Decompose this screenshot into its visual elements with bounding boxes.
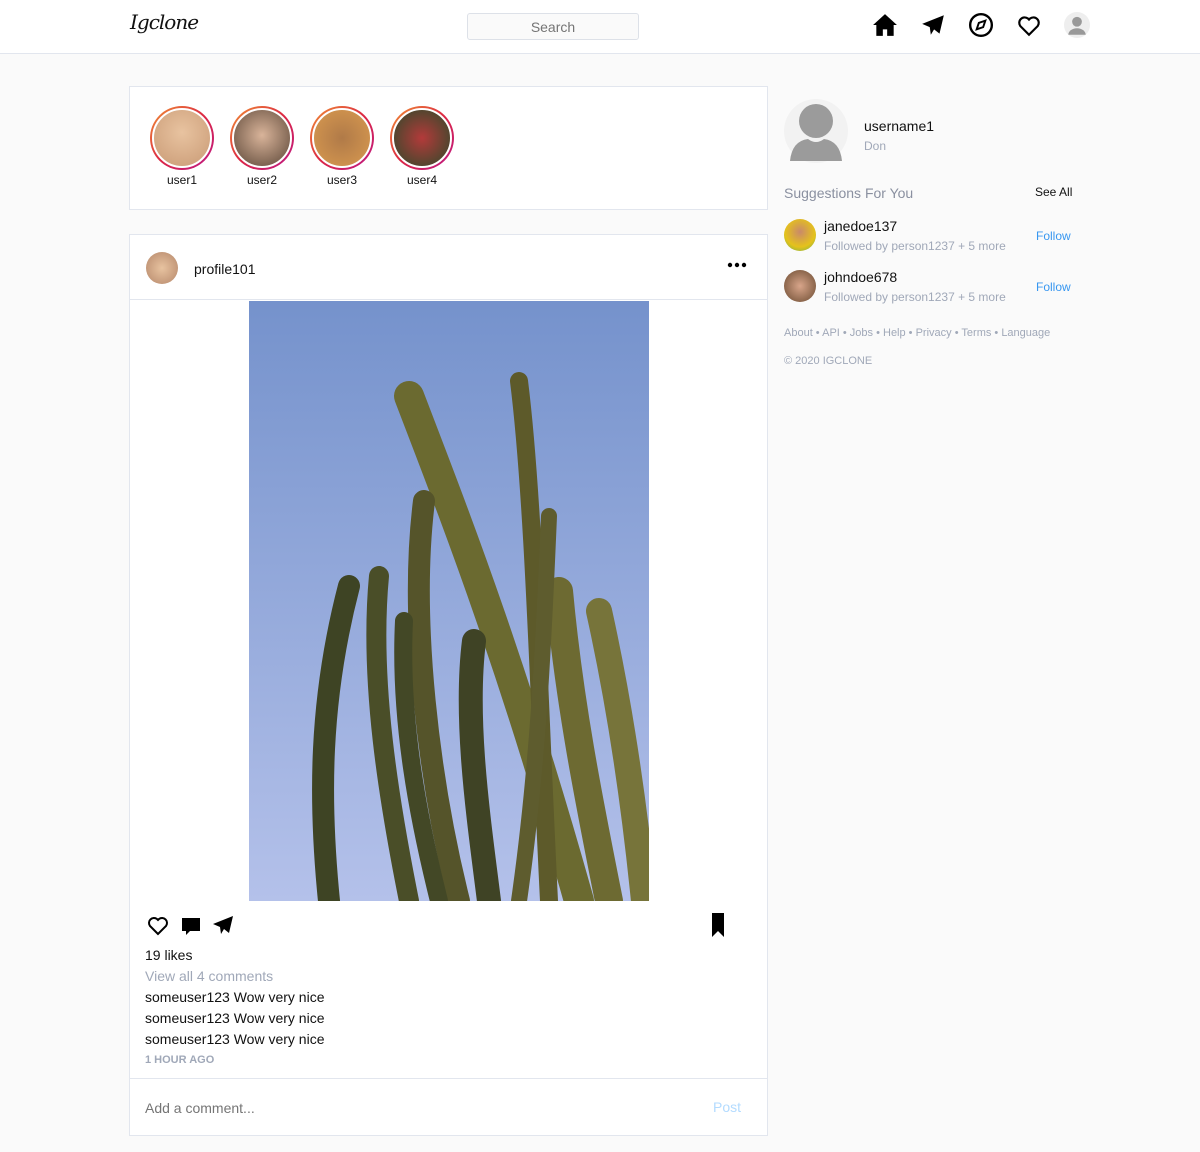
story-item[interactable]: user3 [310,106,374,187]
post-comment-button[interactable]: Post [713,1099,741,1115]
comment: someuser123 Wow very nice [145,1031,325,1047]
suggestion-subtext: Followed by person1237 + 5 more [824,239,1006,253]
footer-links[interactable]: About • API • Jobs • Help • Privacy • Te… [784,327,1050,339]
profile-icon[interactable] [1064,12,1090,38]
comment-input[interactable] [145,1095,685,1121]
suggestion-username[interactable]: janedoe137 [824,218,897,234]
likes-count: 19 likes [145,947,193,963]
story-item[interactable]: user2 [230,106,294,187]
sidebar-username[interactable]: username1 [864,118,934,134]
more-options-icon[interactable] [727,259,747,271]
suggestion-username[interactable]: johndoe678 [824,269,897,285]
search-input[interactable] [467,13,639,40]
explore-icon[interactable] [968,12,994,38]
sidebar-name: Don [864,139,887,153]
like-icon[interactable] [146,913,170,937]
stories-bar: user1 user2 user3 user4 [129,86,768,210]
divider [130,1078,767,1079]
follow-button[interactable]: Follow [1036,229,1071,243]
copyright: © 2020 IGCLONE [784,355,873,367]
story-item[interactable]: user1 [150,106,214,187]
home-icon[interactable] [872,12,898,38]
bookmark-icon[interactable] [710,912,726,938]
avatar[interactable] [784,219,816,251]
follow-button[interactable]: Follow [1036,280,1071,294]
heart-icon[interactable] [1016,12,1042,38]
avatar[interactable] [784,270,816,302]
see-all-link[interactable]: See All [1035,185,1072,199]
post-timestamp: 1 HOUR AGO [145,1054,215,1066]
post-image [249,301,649,901]
post-header: profile101 [130,235,767,300]
avatar[interactable] [146,252,178,284]
comment: someuser123 Wow very nice [145,1010,325,1026]
post-username[interactable]: profile101 [194,261,256,277]
top-nav: Igclone [0,0,1200,54]
logo[interactable]: Igclone [130,10,199,34]
comment-icon[interactable] [179,914,203,938]
suggestions-title: Suggestions For You [784,185,914,201]
story-item[interactable]: user4 [390,106,454,187]
suggestion-subtext: Followed by person1237 + 5 more [824,290,1006,304]
comment: someuser123 Wow very nice [145,989,325,1005]
share-icon[interactable] [211,913,235,937]
post-card: profile101 19 likes View all 4 comments … [129,234,768,1136]
view-all-comments-link[interactable]: View all 4 comments [145,968,273,984]
send-icon[interactable] [920,12,946,38]
user-avatar[interactable] [784,99,848,163]
